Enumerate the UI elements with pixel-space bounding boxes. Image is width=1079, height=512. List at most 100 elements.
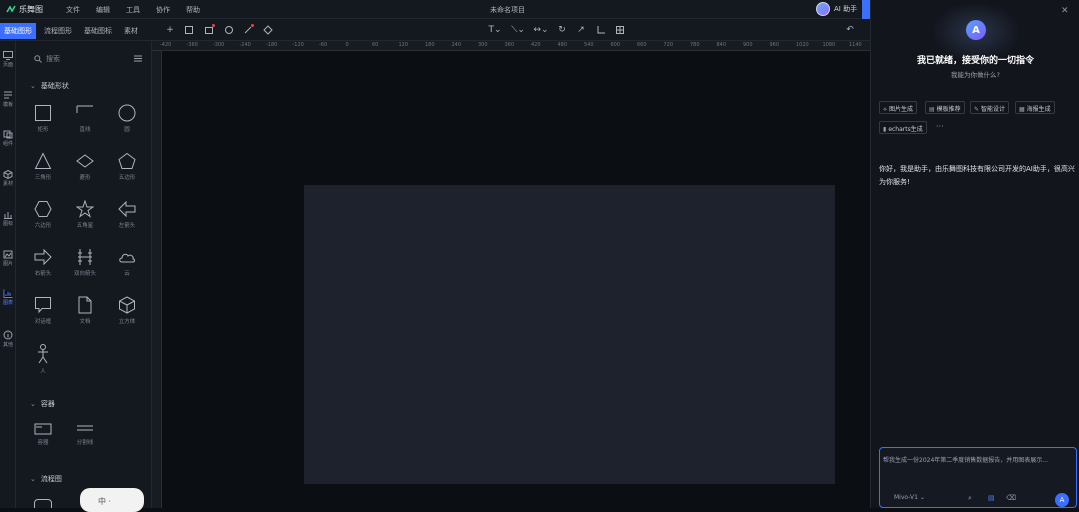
divider-shape[interactable]: 分割线	[65, 423, 105, 446]
circle-shape[interactable]: 圆	[107, 104, 147, 133]
line-shape[interactable]: 直线	[65, 104, 105, 133]
chip-icon: ✎	[974, 106, 980, 113]
star-shape[interactable]: 五角星	[65, 200, 105, 229]
rail-item-icons[interactable]: 图标	[0, 210, 16, 234]
menu-item-help[interactable]: 帮助	[186, 5, 216, 15]
grid-icon[interactable]	[615, 25, 625, 35]
diamond-shape[interactable]: 菱形	[65, 152, 105, 181]
menu-item-edit[interactable]: 编辑	[96, 5, 126, 15]
rounded-rect-shape[interactable]	[34, 499, 52, 508]
ruler-tick: -60	[319, 42, 328, 48]
plus-icon[interactable]: +	[165, 25, 175, 35]
double-arrow-shape[interactable]: 双向箭头	[65, 248, 105, 277]
ai-panel-tab[interactable]	[862, 0, 870, 19]
ai-heading: 我已就绪，接受你的一切指令	[916, 56, 1034, 66]
chip-poster[interactable]: ▦ 海报生成	[1015, 101, 1055, 114]
close-icon[interactable]: ✕	[1061, 6, 1069, 16]
ai-prompt-placeholder: 帮我生成一份2024年第二季度销售数据报告，并用图表展示...	[883, 457, 1048, 464]
clear-icon[interactable]: ⌫	[1006, 494, 1016, 502]
document-shape[interactable]: 文档	[65, 296, 105, 325]
more-icon[interactable]: ···	[936, 122, 944, 131]
tab-assets[interactable]: 素材	[120, 23, 142, 39]
brush-icon[interactable]	[243, 24, 254, 35]
history-icon[interactable]	[224, 25, 234, 35]
section-title-flowchart[interactable]: 流程图	[30, 474, 62, 484]
rail-item-templates[interactable]: 模板	[0, 91, 16, 115]
ai-subheading: 我能为你做什么?	[951, 71, 1000, 79]
chip-smart-design[interactable]: ✎ 智能设计	[970, 101, 1010, 114]
document-title[interactable]: 未命名项目	[490, 5, 525, 15]
attach-icon[interactable]: ⌕	[968, 494, 972, 503]
ai-prompt-input[interactable]: 帮我生成一份2024年第二季度销售数据报告，并用图表展示... Mivo-V1 …	[879, 447, 1077, 508]
toolbar: 基础图形 流程图形 基础图标 素材 + T⌄ ⟍⌄ ↔⌄ ↻ ↗ ↶	[0, 19, 870, 41]
text-icon[interactable]: T⌄	[487, 25, 503, 35]
tab-basic-shapes[interactable]: 基础图形	[0, 23, 36, 39]
ai-assistant-button[interactable]: AI 助手	[816, 2, 857, 16]
rail-item-assets[interactable]: 素材	[0, 170, 16, 194]
line-icon[interactable]: ⟍⌄	[510, 25, 526, 35]
fill-icon[interactable]	[263, 25, 273, 35]
search-icon	[34, 55, 42, 63]
chip-icon: ▤	[929, 106, 935, 113]
triangle-shape[interactable]: 三角形	[23, 152, 63, 181]
container-shape[interactable]: 容器	[23, 423, 63, 446]
tab-basic-icons[interactable]: 基础图标	[80, 23, 116, 39]
person-shape[interactable]: 人	[23, 344, 63, 375]
monitor-icon	[3, 51, 13, 60]
ruler-tick: 420	[531, 42, 541, 48]
chip-echarts[interactable]: ▮ echarts生成	[879, 121, 927, 134]
menu-item-file[interactable]: 文件	[66, 5, 96, 15]
template-icon[interactable]: ▤	[988, 494, 995, 502]
callout-shape[interactable]: 对话框	[23, 296, 63, 325]
menu-icon[interactable]	[134, 55, 142, 62]
pin-icon[interactable]: ↗	[576, 25, 586, 35]
cube-icon	[3, 170, 13, 179]
menu-item-tools[interactable]: 工具	[126, 5, 156, 15]
shape-panel: 搜索 基础形状 矩形 直线 圆 三角形 菱形 五边形 六边形 五角星 左箭头	[16, 41, 152, 508]
export-icon[interactable]	[204, 24, 215, 35]
rotate-icon[interactable]: ↻	[557, 25, 567, 35]
ai-message: 你好，我是助手，由乐舞图科技有限公司开发的AI助手，很高兴为你服务!	[879, 165, 1075, 186]
rail-label: 页面	[2, 62, 13, 68]
sticker-text: 中 ·	[98, 497, 112, 506]
tab-flow-shapes[interactable]: 流程图形	[40, 23, 76, 39]
rail-item-charts[interactable]: 图表	[0, 289, 16, 313]
hexagon-shape[interactable]: 六边形	[23, 200, 63, 229]
rail-item-pages[interactable]: 页面	[0, 51, 16, 75]
ruler-tick: 360	[504, 42, 515, 48]
send-button[interactable]: A	[1055, 493, 1069, 507]
ruler-vertical	[152, 51, 162, 508]
section-title-basic[interactable]: 基础形状	[30, 81, 69, 91]
bar-chart-icon	[3, 289, 13, 298]
section-title-container[interactable]: 容器	[30, 399, 55, 409]
undo-icon[interactable]: ↶	[845, 25, 855, 35]
chip-icon: ▦	[1019, 106, 1025, 113]
rail-item-images[interactable]: 图片	[0, 250, 16, 274]
cube-shape[interactable]: 立方体	[107, 296, 147, 325]
save-icon[interactable]	[184, 25, 194, 35]
ime-sticker[interactable]: 中 ·	[80, 488, 144, 512]
crop-icon[interactable]	[596, 25, 606, 35]
ruler-tick: 960	[769, 42, 780, 48]
left-arrow-shape[interactable]: 左箭头	[107, 200, 147, 229]
app-logo[interactable]: 乐舞图	[6, 4, 43, 15]
ruler-tick: -300	[213, 42, 225, 48]
search-input[interactable]: 搜索	[34, 54, 60, 64]
image-icon	[3, 250, 13, 259]
arrow-style-icon[interactable]: ↔⌄	[533, 25, 549, 35]
app-name: 乐舞图	[19, 5, 43, 14]
component-icon	[3, 130, 13, 139]
rectangle-shape[interactable]: 矩形	[23, 104, 63, 133]
pentagon-shape[interactable]: 五边形	[107, 152, 147, 181]
ruler-tick: 600	[610, 42, 621, 48]
rail-item-other[interactable]: 其他	[0, 330, 16, 354]
chip-template[interactable]: ▤ 模板推荐	[925, 101, 965, 114]
menu-item-collab[interactable]: 协作	[156, 5, 186, 15]
cloud-shape[interactable]: 云	[107, 248, 147, 277]
chip-image-generate[interactable]: ⟡ 图片生成	[879, 101, 917, 114]
rail-label: 模板	[2, 102, 13, 108]
model-selector[interactable]: Mivo-V1 ⌄	[894, 494, 925, 501]
artboard[interactable]	[304, 185, 835, 484]
rail-item-components[interactable]: 组件	[0, 130, 16, 154]
right-arrow-shape[interactable]: 右箭头	[23, 248, 63, 277]
